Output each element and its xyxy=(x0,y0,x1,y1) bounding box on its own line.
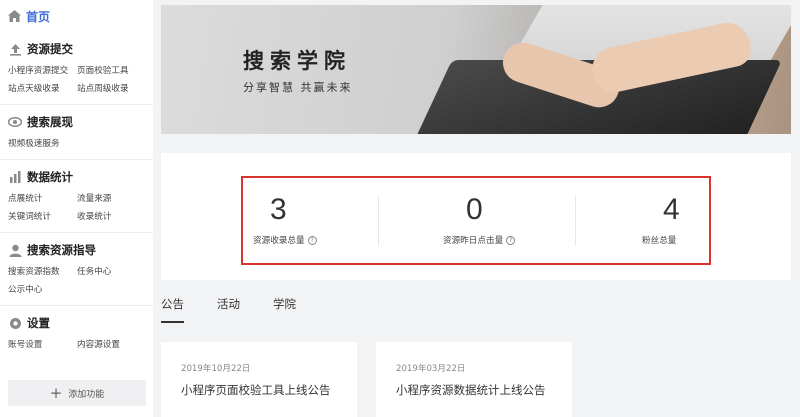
stats-card: 3 资源收录总量 ? 0 资源昨日点击量 ? 4 粉丝总量 xyxy=(161,153,791,280)
home-icon xyxy=(8,10,21,22)
sidebar-section-data-stats: 数据统计 点展统计 流量来源 关键词统计 收录统计 xyxy=(0,159,153,232)
sidebar-link-content-source-settings[interactable]: 内容源设置 xyxy=(77,336,146,354)
stat-value: 4 xyxy=(663,193,680,226)
sidebar-section-resource-submit: 资源提交 小程序资源提交 页面校验工具 站点天级收录 站点周级收录 xyxy=(0,32,153,104)
tab-activities[interactable]: 活动 xyxy=(217,296,240,323)
sidebar-link-task-center[interactable]: 任务中心 xyxy=(77,263,146,281)
sidebar: 首页 资源提交 小程序资源提交 页面校验工具 站点天级收录 站点周级收录 搜索展… xyxy=(0,0,153,417)
sidebar-link-video-fast-service[interactable]: 视频极速服务 xyxy=(8,135,77,153)
notice-card[interactable]: 2019年03月22日 小程序资源数据统计上线公告 xyxy=(376,342,572,417)
sidebar-link-page-check-tool[interactable]: 页面校验工具 xyxy=(77,62,146,80)
sidebar-link-traffic-source[interactable]: 流量来源 xyxy=(77,190,146,208)
notice-title: 小程序页面校验工具上线公告 xyxy=(181,383,331,397)
notice-card[interactable]: 2019年10月22日 小程序页面校验工具上线公告 xyxy=(161,342,357,417)
sidebar-link-click-stats[interactable]: 点展统计 xyxy=(8,190,77,208)
sidebar-item-home[interactable]: 首页 xyxy=(0,0,153,32)
sidebar-link-daily-index[interactable]: 站点天级收录 xyxy=(8,80,77,98)
stats-highlight-box: 3 资源收录总量 ? 0 资源昨日点击量 ? 4 粉丝总量 xyxy=(241,176,711,265)
stat-label: 资源收录总量 xyxy=(253,236,305,246)
sidebar-section-search-display: 搜索展现 视频极速服务 xyxy=(0,104,153,159)
banner-subtitle: 分享智慧 共赢未来 xyxy=(243,81,353,94)
add-feature-label: 添加功能 xyxy=(68,389,105,400)
stat-value: 3 xyxy=(270,193,287,226)
stat-label: 资源昨日点击量 xyxy=(443,236,504,246)
sidebar-link-notice-center[interactable]: 公示中心 xyxy=(8,281,77,299)
upload-icon xyxy=(8,42,22,56)
section-title: 设置 xyxy=(27,316,50,330)
notice-title: 小程序资源数据统计上线公告 xyxy=(396,383,546,397)
add-feature-button[interactable]: + 添加功能 xyxy=(8,380,146,406)
sidebar-link-mini-program-submit[interactable]: 小程序资源提交 xyxy=(8,62,77,80)
sidebar-link-weekly-index[interactable]: 站点周级收录 xyxy=(77,80,146,98)
gear-icon xyxy=(8,316,22,330)
sidebar-section-settings: 设置 账号设置 内容源设置 xyxy=(0,305,153,360)
stat-yesterday-clicks: 0 资源昨日点击量 ? xyxy=(433,178,573,263)
help-icon[interactable]: ? xyxy=(307,235,317,245)
notice-date: 2019年10月22日 xyxy=(181,364,251,374)
tab-announcements[interactable]: 公告 xyxy=(161,296,184,323)
banner-title: 搜索学院 xyxy=(243,49,351,73)
stat-label: 粉丝总量 xyxy=(642,236,677,246)
section-title: 数据统计 xyxy=(27,170,73,184)
section-title: 资源提交 xyxy=(27,42,73,56)
section-title: 搜索展现 xyxy=(27,115,73,129)
sidebar-link-index-stats[interactable]: 收录统计 xyxy=(77,208,146,226)
section-title: 搜索资源指导 xyxy=(27,243,96,257)
content-tabs: 公告 活动 学院 xyxy=(161,296,329,323)
person-icon xyxy=(8,243,22,257)
sidebar-link-account-settings[interactable]: 账号设置 xyxy=(8,336,77,354)
stat-value: 0 xyxy=(466,193,483,226)
sidebar-link-keyword-stats[interactable]: 关键词统计 xyxy=(8,208,77,226)
sidebar-section-resource-guide: 搜索资源指导 搜索资源指数 任务中心 公示中心 xyxy=(0,232,153,305)
divider xyxy=(575,196,576,246)
notice-date: 2019年03月22日 xyxy=(396,364,466,374)
plus-icon: + xyxy=(49,383,63,402)
bar-chart-icon xyxy=(8,170,22,184)
stat-fans-total: 4 粉丝总量 xyxy=(613,178,703,263)
banner[interactable]: 搜索学院 分享智慧 共赢未来 xyxy=(161,5,791,134)
eye-icon xyxy=(8,115,22,129)
stat-resource-indexed: 3 资源收录总量 ? xyxy=(253,178,393,263)
sidebar-item-home-label: 首页 xyxy=(26,9,51,24)
sidebar-link-resource-index[interactable]: 搜索资源指数 xyxy=(8,263,77,281)
help-icon[interactable]: ? xyxy=(506,235,516,245)
tab-academy[interactable]: 学院 xyxy=(273,296,296,323)
divider xyxy=(378,196,379,246)
